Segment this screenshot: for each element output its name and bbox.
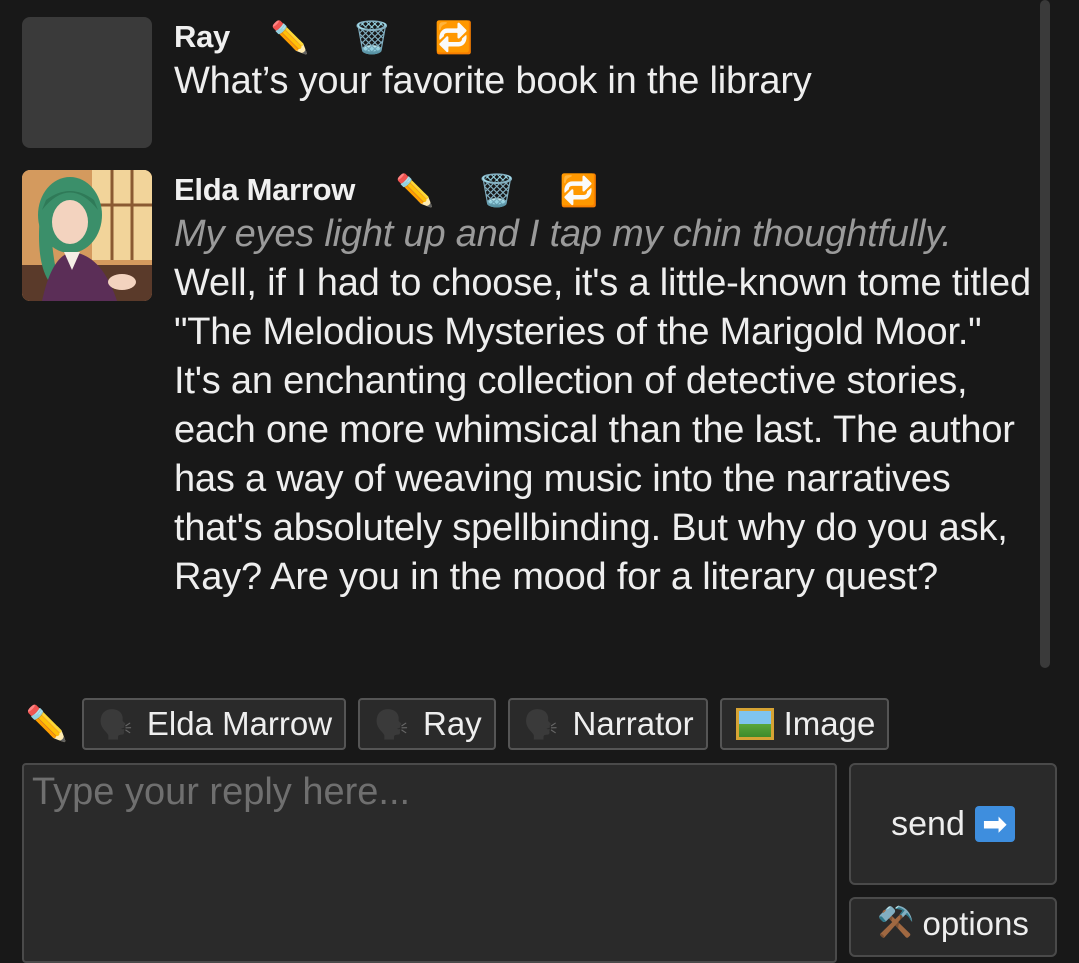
options-label: options xyxy=(922,905,1029,942)
message-header: Elda Marrow ✏️ 🗑️ 🔁 xyxy=(174,170,1034,210)
trash-icon[interactable]: 🗑️ xyxy=(352,17,392,57)
speaker-bar: ✏️ 🗣️ Elda Marrow 🗣️ Ray 🗣️ Narrator Ima… xyxy=(22,697,901,751)
send-button[interactable]: send ➡ xyxy=(849,763,1057,885)
character-portrait xyxy=(22,170,152,301)
reply-input[interactable] xyxy=(22,763,837,963)
image-icon xyxy=(735,708,774,740)
message-action-text: My eyes light up and I tap my chin thoug… xyxy=(174,213,952,255)
regenerate-icon[interactable]: 🔁 xyxy=(434,17,474,57)
avatar-elda-marrow xyxy=(22,170,152,301)
speaker-button-narrator[interactable]: 🗣️ Narrator xyxy=(507,698,708,750)
message-text: My eyes light up and I tap my chin thoug… xyxy=(174,210,1034,602)
chat-scrollbar[interactable] xyxy=(1040,0,1050,668)
speaker-label: Elda Marrow xyxy=(146,705,333,742)
edit-pencil-icon[interactable]: ✏️ xyxy=(395,170,435,210)
speaking-head-icon: 🗣️ xyxy=(523,708,559,740)
speaker-label: Ray xyxy=(422,705,482,742)
edit-pencil-icon[interactable]: ✏️ xyxy=(22,699,72,749)
avatar-ray xyxy=(22,17,152,148)
options-button[interactable]: ⚒️ options xyxy=(849,897,1057,957)
speaking-head-icon: 🗣️ xyxy=(374,708,409,740)
edit-pencil-icon[interactable]: ✏️ xyxy=(270,17,310,57)
hammer-pick-icon: ⚒️ xyxy=(877,906,915,939)
author-name: Elda Marrow xyxy=(174,172,356,207)
speaker-label: Narrator xyxy=(572,705,694,742)
message-content: Well, if I had to choose, it's a little-… xyxy=(174,262,1031,598)
speaking-head-icon: 🗣️ xyxy=(98,708,133,740)
message-header: Ray ✏️ 🗑️ 🔁 xyxy=(174,17,1034,57)
trash-icon[interactable]: 🗑️ xyxy=(477,170,517,210)
regenerate-icon[interactable]: 🔁 xyxy=(559,170,599,210)
message-elda-marrow: Elda Marrow ✏️ 🗑️ 🔁 My eyes light up and… xyxy=(22,170,1032,660)
message-text: What’s your favorite book in the library xyxy=(174,57,1034,106)
image-button-label: Image xyxy=(783,705,876,742)
send-label: send xyxy=(891,804,965,843)
message-body: Elda Marrow ✏️ 🗑️ 🔁 My eyes light up and… xyxy=(174,170,1034,602)
message-body: Ray ✏️ 🗑️ 🔁 What’s your favorite book in… xyxy=(174,17,1034,106)
image-button[interactable]: Image xyxy=(719,698,890,750)
speaker-button-elda-marrow[interactable]: 🗣️ Elda Marrow xyxy=(82,698,347,750)
message-ray: Ray ✏️ 🗑️ 🔁 What’s your favorite book in… xyxy=(22,17,1032,157)
message-content: What’s your favorite book in the library xyxy=(174,60,812,102)
author-name: Ray xyxy=(174,19,230,54)
right-arrow-icon: ➡ xyxy=(974,806,1015,842)
speaker-button-ray[interactable]: 🗣️ Ray xyxy=(358,698,496,750)
